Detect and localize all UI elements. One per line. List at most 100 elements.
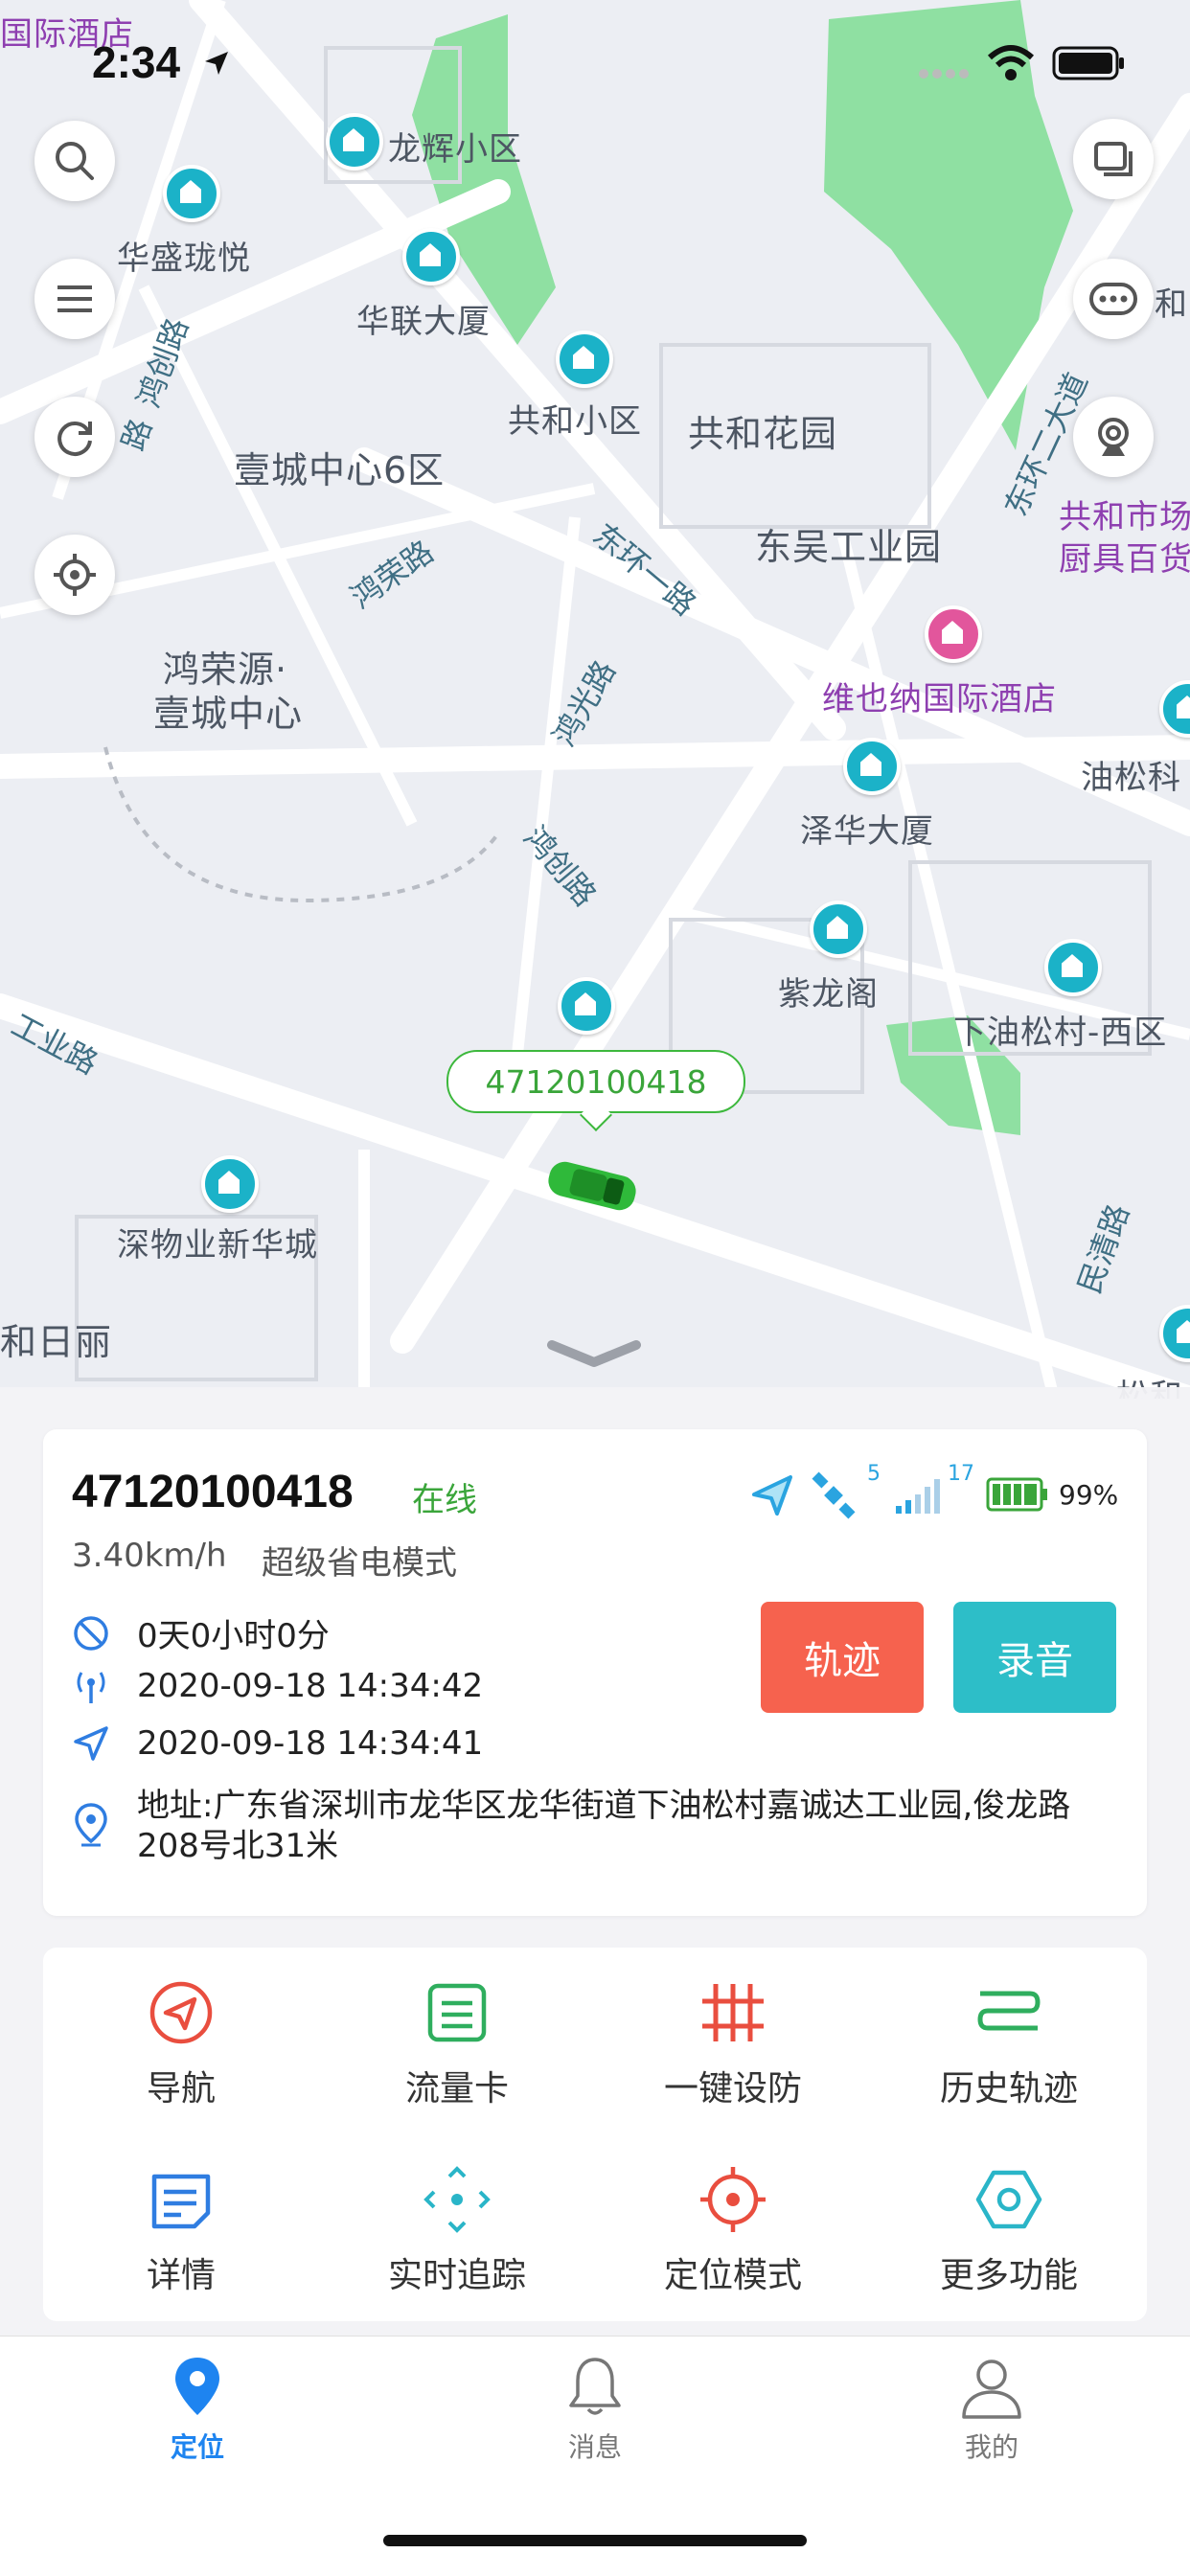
- device-battery-icon: [986, 1477, 1047, 1512]
- poi-marker[interactable]: [402, 228, 460, 285]
- tab-label: 消息: [567, 2431, 622, 2463]
- more-functions-button[interactable]: 更多功能: [871, 2134, 1147, 2316]
- user-icon: [962, 2359, 1021, 2419]
- layers-icon: [1094, 142, 1133, 176]
- map-view[interactable]: 国际酒店 龙辉小区 华盛珑悦 华联大厦 共和小区 共和花园 壹城中心6区 东吴工…: [0, 0, 1190, 1399]
- map-label: 厨具百货: [1059, 540, 1190, 579]
- device-info-card: 47120100418 在线 3.40km/h 超级省电模式 5 17 99% …: [43, 1429, 1147, 1916]
- function-label: 流量卡: [404, 2069, 509, 2109]
- cellular-dots-icon: [919, 69, 969, 79]
- menu-icon: [57, 285, 92, 312]
- map-label: 和: [1155, 285, 1188, 324]
- satellite-count: 5: [867, 1462, 881, 1486]
- locate-me-button[interactable]: [34, 535, 115, 615]
- device-mode: 超级省电模式: [262, 1544, 457, 1583]
- navigation-button[interactable]: 导航: [43, 1948, 319, 2130]
- collapse-handle-icon[interactable]: [546, 1337, 642, 1370]
- history-track-button[interactable]: 历史轨迹: [871, 1948, 1147, 2130]
- more-dots-icon: [1089, 283, 1137, 315]
- map-label: 下油松村-西区: [953, 1014, 1168, 1052]
- map-label: 紫龙阁: [778, 975, 879, 1014]
- poi-marker[interactable]: [810, 900, 867, 958]
- map-label: 油松科: [1081, 759, 1181, 797]
- locate-time-row: 2020-09-18 14:34:41: [72, 1724, 483, 1763]
- crosshair-icon: [54, 554, 96, 596]
- fortify-button[interactable]: 一键设防: [595, 1948, 871, 2130]
- sim-card-icon: [427, 1983, 487, 2042]
- map-layer-button[interactable]: [1073, 119, 1154, 199]
- tab-label: 我的: [964, 2431, 1018, 2463]
- function-label: 定位模式: [663, 2256, 802, 2295]
- device-map-label[interactable]: 47120100418: [446, 1050, 745, 1113]
- refresh-icon: [57, 421, 92, 456]
- comm-time-row: 2020-09-18 14:34:42: [72, 1667, 483, 1705]
- home-indicator[interactable]: [383, 2535, 807, 2546]
- map-label: 共和市场: [1059, 498, 1190, 536]
- details-button[interactable]: 详情: [43, 2134, 319, 2316]
- map-label: 共和小区: [508, 402, 642, 441]
- function-label: 一键设防: [663, 2069, 802, 2109]
- function-label: 导航: [146, 2069, 216, 2109]
- comm-time: 2020-09-18 14:34:42: [137, 1667, 484, 1705]
- locate-mode-icon: [700, 2167, 766, 2232]
- record-button[interactable]: 录音: [953, 1602, 1116, 1713]
- hotel-marker[interactable]: [925, 605, 982, 663]
- map-label: 深物业新华城: [117, 1226, 318, 1265]
- map-label: 泽华大厦: [800, 812, 934, 851]
- location-arrow-icon: [205, 52, 228, 75]
- tab-messages[interactable]: 消息: [499, 2354, 691, 2465]
- satellite-icon: [812, 1471, 856, 1519]
- wifi-icon: [987, 45, 1035, 80]
- online-status: 在线: [412, 1481, 477, 1519]
- battery-percent: 99%: [1059, 1479, 1119, 1511]
- locate-mode-button[interactable]: 定位模式: [595, 2134, 871, 2316]
- locate-time: 2020-09-18 14:34:41: [137, 1724, 484, 1763]
- signal-value: 17: [948, 1462, 974, 1486]
- camera-icon: [1098, 418, 1129, 456]
- map-label: 维也纳国际酒店: [822, 680, 1057, 718]
- fortify-icon: [702, 1984, 764, 2041]
- bell-icon: [569, 2358, 621, 2415]
- navigation-icon: [149, 1981, 213, 2044]
- realtime-tracking-icon: [423, 2166, 491, 2233]
- function-label: 更多功能: [939, 2256, 1078, 2295]
- poi-marker[interactable]: [201, 1155, 259, 1213]
- poi-marker[interactable]: [556, 331, 613, 388]
- refresh-button[interactable]: [34, 397, 115, 477]
- tab-profile[interactable]: 我的: [896, 2354, 1087, 2465]
- stop-duration: 0天0小时0分: [137, 1617, 330, 1655]
- map-label: 华盛珑悦: [117, 239, 251, 278]
- realtime-tracking-button[interactable]: 实时追踪: [319, 2134, 595, 2316]
- car-marker-icon[interactable]: [542, 1157, 642, 1215]
- device-address: 地址:广东省深圳市龙华区龙华街道下油松村嘉诚达工业园,俊龙路208号北31米: [137, 1787, 1071, 1865]
- street-view-button[interactable]: [1073, 397, 1154, 477]
- map-label: 和日丽: [0, 1321, 113, 1363]
- map-label: 华联大厦: [356, 303, 491, 341]
- battery-icon: [1052, 46, 1124, 80]
- sim-card-button[interactable]: 流量卡: [319, 1948, 595, 2130]
- device-speed: 3.40km/h: [72, 1537, 227, 1575]
- menu-button[interactable]: [34, 259, 115, 339]
- search-button[interactable]: [34, 121, 115, 201]
- map-label: 壹城中心: [153, 693, 304, 735]
- map-label: 壹城中心6区: [234, 449, 446, 491]
- tab-location[interactable]: 定位: [102, 2354, 293, 2465]
- signal-strength-icon: [896, 1479, 940, 1514]
- poi-marker[interactable]: [558, 977, 615, 1035]
- tab-label: 定位: [170, 2431, 224, 2463]
- map-pin-icon: [75, 1803, 107, 1847]
- track-button[interactable]: 轨迹: [761, 1602, 924, 1713]
- more-functions-icon: [975, 2170, 1042, 2229]
- device-id: 47120100418: [72, 1467, 354, 1517]
- poi-marker[interactable]: [843, 738, 901, 795]
- function-label: 详情: [146, 2256, 216, 2295]
- poi-marker[interactable]: [163, 165, 220, 222]
- history-track-icon: [977, 1991, 1041, 2031]
- function-grid: 导航 流量卡 一键设防 历史轨迹 详情 实时追踪 定位模式 更多功能: [43, 1948, 1147, 2321]
- status-bar: 2:34: [0, 0, 1190, 126]
- poi-marker[interactable]: [1044, 939, 1102, 996]
- stop-duration-row: 0天0小时0分: [72, 1609, 330, 1656]
- more-button[interactable]: [1073, 259, 1154, 339]
- function-label: 历史轨迹: [939, 2069, 1078, 2109]
- map-label: 龙辉小区: [388, 130, 522, 169]
